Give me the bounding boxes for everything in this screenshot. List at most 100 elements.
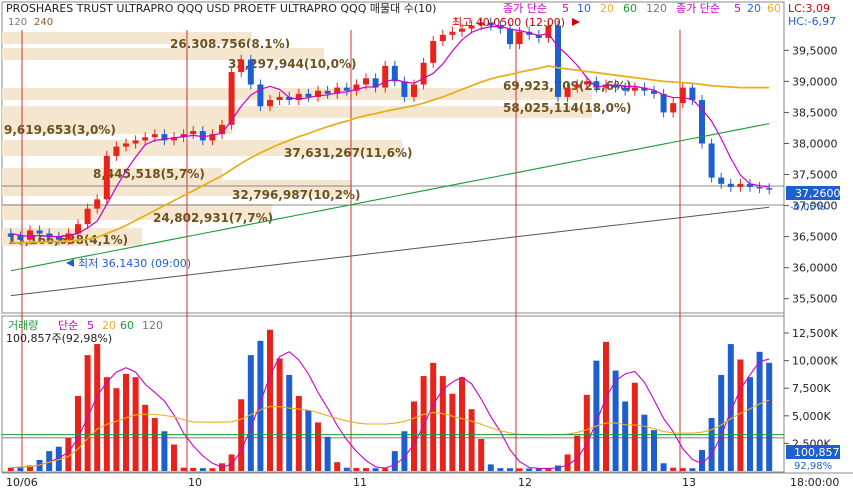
volume-bar xyxy=(708,418,715,471)
candle-body xyxy=(708,143,715,178)
ma-legend-20: 20 xyxy=(600,2,614,15)
volume-bar xyxy=(507,468,513,471)
volume-bar xyxy=(641,414,648,471)
volume-bar xyxy=(190,467,197,471)
sub-legend-120: 120 xyxy=(8,17,27,28)
stock-chart-window: 26,308,756(8,1%) 32,297,944(10,0%) 69,923,… xyxy=(0,0,853,492)
volume-bar xyxy=(199,468,206,471)
candle-body xyxy=(324,90,331,94)
stock-chart[interactable]: 26,308,756(8,1%)32,297,944(10,0%)69,923,… xyxy=(0,0,853,492)
volume-bar xyxy=(372,468,379,471)
lc-value: LC:3,09 xyxy=(788,2,830,15)
volume-bar xyxy=(679,468,686,471)
time-label-11: 11 xyxy=(353,476,367,489)
volume-bar xyxy=(766,362,773,471)
volume-bar xyxy=(334,462,341,471)
volume-profile-label: 37,631,267(11,6%) xyxy=(284,146,413,160)
candle-body xyxy=(276,96,283,101)
candle-body xyxy=(151,134,158,138)
volume-bar xyxy=(612,370,619,471)
candle-body xyxy=(555,25,561,97)
candle-body xyxy=(564,87,571,97)
candle-body xyxy=(718,177,725,184)
candle-body xyxy=(622,87,629,91)
volume-tick-label: 5,000K xyxy=(792,410,831,423)
price-tick-label: 36,5000 xyxy=(792,231,838,244)
volume-ma-60: 60 xyxy=(120,319,134,332)
volume-ma-20: 20 xyxy=(102,319,116,332)
time-label-right: 18:00:00 xyxy=(790,476,839,489)
volume-bar xyxy=(478,438,485,471)
volume-bar xyxy=(257,340,264,471)
volume-bar xyxy=(747,377,753,471)
candle-body xyxy=(574,84,581,88)
ma-legend-10: 10 xyxy=(577,2,591,15)
volume-bar xyxy=(209,468,216,471)
volume-ma-120: 120 xyxy=(142,319,163,332)
volume-bar xyxy=(161,431,168,471)
candle-body xyxy=(142,137,149,141)
ma-legend-60: 60 xyxy=(623,2,637,15)
volume-bar xyxy=(622,401,629,471)
volume-tick-label: 7,500K xyxy=(792,382,831,395)
volume-bar xyxy=(497,468,504,471)
candle-body xyxy=(401,81,408,97)
candle-body xyxy=(420,62,427,85)
ma-legend-2-60: 60 xyxy=(767,2,781,15)
min-price-label: 최저 36,1430 (09:00) xyxy=(78,257,191,270)
volume-bar xyxy=(276,358,283,471)
sub-legend-240: 240 xyxy=(34,17,53,28)
volume-bar xyxy=(449,393,456,471)
volume-bar xyxy=(382,468,389,471)
volume-bar xyxy=(651,430,657,471)
price-tick-label: 38,5000 xyxy=(792,106,838,119)
candle-body xyxy=(507,28,513,45)
volume-bar xyxy=(391,451,398,471)
price-tick-label: 35,5000 xyxy=(792,293,838,306)
candle-body xyxy=(516,31,523,45)
candle-body xyxy=(267,100,273,107)
volume-bar xyxy=(603,341,609,471)
volume-bar xyxy=(583,394,590,471)
volume-bar xyxy=(353,467,360,471)
candle-body xyxy=(439,34,446,42)
volume-bar xyxy=(171,444,177,471)
candle-body xyxy=(190,131,197,135)
price-tick-label: 37,5000 xyxy=(792,169,838,182)
last-volume-value: 100,857 xyxy=(794,446,840,459)
volume-bar xyxy=(487,464,494,471)
candle-body xyxy=(247,59,254,85)
candle-body xyxy=(679,87,686,104)
volume-bar xyxy=(468,409,475,471)
volume-profile-label: 32,796,987(10,2%) xyxy=(232,188,361,202)
candle-body xyxy=(766,188,773,190)
candle-body xyxy=(343,87,350,91)
time-label-10: 10 xyxy=(188,476,202,489)
time-label-1006: 10/06 xyxy=(6,476,38,489)
candle-body xyxy=(132,140,139,144)
ma-legend-label: 종가 단순 xyxy=(503,2,547,15)
candle-body xyxy=(660,93,667,113)
candle-body xyxy=(199,131,206,141)
candle-body xyxy=(631,87,638,91)
volume-bar xyxy=(401,431,408,471)
candle-body xyxy=(583,81,590,85)
candle-body xyxy=(689,87,696,101)
candle-body xyxy=(257,84,264,107)
candle-body xyxy=(113,146,120,156)
candle-body xyxy=(17,236,24,240)
ma-legend-5: 5 xyxy=(562,2,569,15)
candle-body xyxy=(449,31,456,35)
volume-bar xyxy=(324,436,331,471)
volume-tick-label: 12,500K xyxy=(792,327,838,340)
candle-body xyxy=(756,186,763,189)
volume-bar xyxy=(564,454,571,471)
ma-legend-2-5: 5 xyxy=(734,2,741,15)
ma-legend-label-2: 종가 단순 xyxy=(676,2,720,15)
volume-legend-label: 거래량 xyxy=(8,319,38,332)
candle-body xyxy=(84,208,91,225)
time-label-12: 12 xyxy=(518,476,532,489)
volume-bar xyxy=(228,454,235,471)
ma-legend-2-20: 20 xyxy=(747,2,761,15)
volume-bar xyxy=(670,467,677,471)
